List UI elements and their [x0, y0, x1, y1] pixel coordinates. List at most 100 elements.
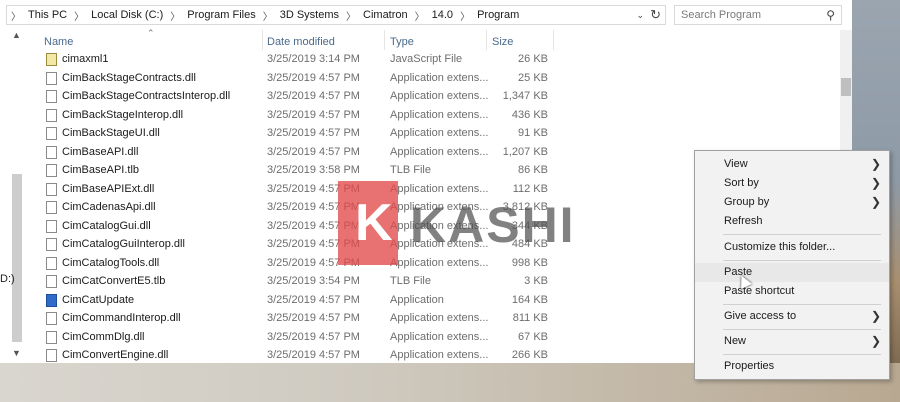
tlb-file-icon — [46, 164, 57, 177]
breadcrumb-separator-icon: 〉 — [460, 11, 471, 23]
file-name: CimCadenasApi.dll — [62, 201, 156, 213]
history-dropdown-icon[interactable]: ⌄ — [637, 10, 645, 21]
partial-drive-label: D:) — [0, 273, 15, 285]
submenu-arrow-icon: ❯ — [870, 157, 881, 171]
scroll-down-icon[interactable]: ▼ — [12, 348, 21, 358]
dll-file-icon — [46, 256, 57, 270]
file-date-modified: 3/25/2019 3:14 PM — [267, 53, 360, 65]
file-size: 998 KB — [511, 256, 548, 269]
menu-divider — [723, 234, 881, 235]
file-size: 1,207 KB — [502, 145, 548, 158]
file-size: 811 KB — [512, 312, 548, 324]
menu-item-label: Sort by — [724, 177, 759, 189]
file-name: CimBackStageUI.dll — [62, 127, 160, 139]
column-divider[interactable] — [553, 30, 554, 50]
file-date-modified: 3/25/2019 3:54 PM — [267, 275, 360, 287]
file-size: 112 KB — [512, 182, 548, 195]
breadcrumb-3d-systems[interactable]: 3D Systems — [280, 9, 339, 21]
dll-file-icon — [46, 312, 57, 325]
breadcrumb-version[interactable]: 14.0 — [432, 9, 453, 21]
menu-item-customize-folder[interactable]: Customize this folder... — [695, 238, 889, 257]
submenu-arrow-icon: ❯ — [870, 176, 881, 190]
context-menu: View ❯ Sort by ❯ Group by ❯ Refresh Cust… — [694, 150, 890, 380]
file-type: TLB File — [390, 275, 431, 287]
breadcrumb-program[interactable]: Program — [477, 9, 519, 21]
menu-divider — [723, 329, 881, 330]
watermark-text: KASHI — [410, 197, 576, 253]
column-header-type[interactable]: Type — [390, 36, 414, 48]
column-divider[interactable] — [384, 30, 385, 50]
dll-file-icon — [46, 349, 57, 362]
file-name: CimCatalogGuiInterop.dll — [62, 238, 185, 250]
dll-file-icon — [46, 219, 57, 233]
file-name: CimCommDlg.dll — [62, 330, 145, 343]
search-box[interactable]: Search Program ⚲ — [674, 5, 842, 25]
breadcrumb-program-files[interactable]: Program Files — [187, 9, 255, 21]
file-date-modified: 3/25/2019 4:57 PM — [267, 108, 360, 121]
menu-item-label: Paste shortcut — [724, 285, 795, 297]
menu-item-group-by[interactable]: Group by ❯ — [695, 193, 889, 212]
file-row[interactable]: cimaxml1 3/25/2019 3:14 PM JavaScript File… — [0, 50, 840, 69]
file-date-modified: 3/25/2019 4:57 PM — [267, 71, 360, 84]
address-bar[interactable]: 〉 This PC 〉 Local Disk (C:) 〉 Program Fi… — [6, 5, 666, 25]
submenu-arrow-icon: ❯ — [870, 195, 881, 209]
menu-item-label: New — [724, 335, 747, 347]
scrollbar-thumb[interactable] — [12, 174, 22, 342]
breadcrumb-this-pc[interactable]: This PC — [28, 9, 67, 21]
menu-item-label: View — [724, 158, 748, 170]
file-row[interactable]: CimBackStageInterop.dll 3/25/2019 4:57 PM… — [0, 106, 840, 125]
column-header-date[interactable]: Date modified — [267, 36, 335, 48]
column-divider[interactable] — [262, 30, 263, 50]
menu-item-label: Give access to — [724, 310, 797, 322]
column-header-name[interactable]: Name — [44, 36, 73, 48]
app-icon — [46, 293, 57, 307]
menu-item-view[interactable]: View ❯ — [695, 155, 889, 174]
file-row[interactable]: CimBackStageUI.dll 3/25/2019 4:57 PM Appli… — [0, 124, 840, 143]
file-date-modified: 3/25/2019 4:57 PM — [267, 127, 360, 139]
file-name: CimCommandInterop.dll — [62, 312, 181, 324]
menu-item-paste-shortcut[interactable]: Paste shortcut — [695, 282, 889, 301]
xml-file-icon — [46, 53, 57, 66]
file-name: CimBaseAPI.tlb — [62, 164, 140, 176]
right-scrollbar-thumb[interactable] — [841, 78, 851, 96]
menu-item-label: Properties — [724, 360, 775, 372]
menu-item-give-access[interactable]: Give access to ❯ — [695, 307, 889, 326]
file-date-modified: 3/25/2019 4:57 PM — [267, 312, 360, 324]
watermark-letter: K — [355, 194, 393, 252]
search-icon[interactable]: ⚲ — [826, 8, 835, 22]
file-row[interactable]: CimBackStageContractsInterop.dll 3/25/201… — [0, 87, 840, 106]
file-name: CimCatConvertE5.tlb — [62, 275, 166, 287]
file-name: cimaxml1 — [62, 53, 109, 65]
menu-item-new[interactable]: New ❯ — [695, 332, 889, 351]
menu-divider — [723, 354, 881, 355]
column-header-size[interactable]: Size — [492, 36, 513, 48]
dll-file-icon — [46, 90, 57, 103]
file-row[interactable]: CimBackStageContracts.dll 3/25/2019 4:57 … — [0, 69, 840, 88]
search-input[interactable]: Search Program — [681, 9, 761, 21]
file-date-modified: 3/25/2019 4:57 PM — [267, 330, 360, 343]
file-size: 436 KB — [511, 108, 548, 121]
breadcrumb-local-disk[interactable]: Local Disk (C:) — [91, 9, 163, 21]
file-name: CimBackStageContracts.dll — [62, 71, 196, 84]
breadcrumb-separator-icon: 〉 — [170, 11, 181, 23]
menu-divider — [723, 304, 881, 305]
column-divider[interactable] — [486, 30, 487, 50]
menu-item-sort-by[interactable]: Sort by ❯ — [695, 174, 889, 193]
vertical-scrollbar[interactable]: ▲ ▼ — [10, 30, 24, 362]
dll-file-icon — [46, 71, 57, 85]
submenu-arrow-icon: ❯ — [870, 309, 881, 323]
breadcrumb-cimatron[interactable]: Cimatron — [363, 9, 408, 21]
menu-item-properties[interactable]: Properties — [695, 357, 889, 376]
breadcrumb-separator-icon: 〉 — [346, 11, 357, 23]
file-type: Application extens... — [390, 127, 489, 139]
menu-item-refresh[interactable]: Refresh — [695, 212, 889, 231]
file-name: CimBaseAPIExt.dll — [62, 182, 155, 195]
refresh-icon[interactable]: ↻ — [650, 7, 661, 23]
file-type: JavaScript File — [390, 53, 463, 65]
menu-item-paste[interactable]: Paste — [695, 263, 889, 282]
file-name: CimBaseAPI.dll — [62, 145, 139, 158]
file-type: TLB File — [390, 164, 431, 176]
file-size: 3 KB — [524, 275, 548, 287]
scroll-up-icon[interactable]: ▲ — [12, 30, 21, 40]
dll-file-icon — [46, 238, 57, 251]
